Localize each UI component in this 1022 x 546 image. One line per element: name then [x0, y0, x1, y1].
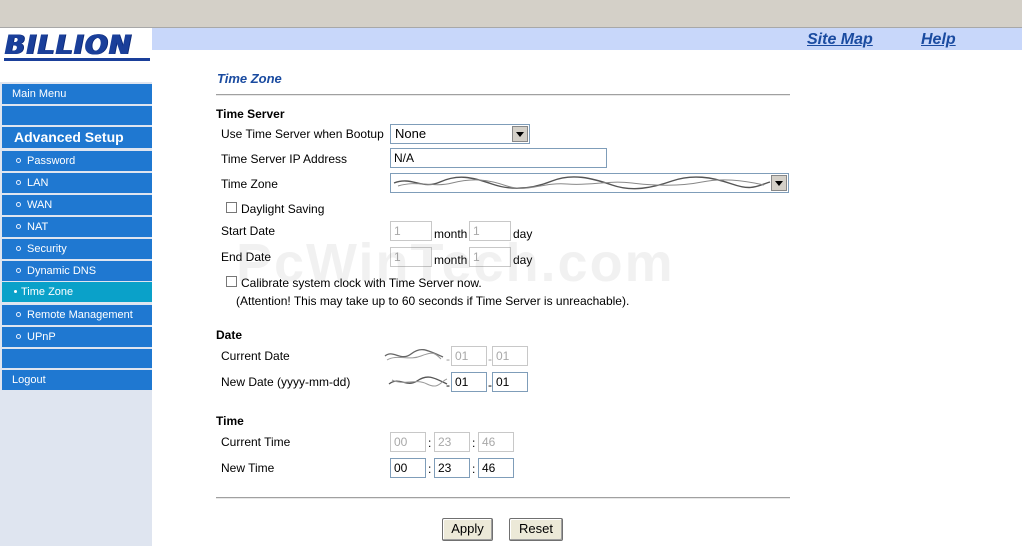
calibrate-checkbox[interactable] [226, 276, 237, 287]
start-month-input[interactable] [390, 221, 432, 241]
new-minute-input[interactable] [434, 458, 470, 478]
current-date-day-input[interactable] [492, 346, 528, 366]
logo-area: BILLION [0, 28, 152, 82]
dropdown-arrow-icon [771, 175, 787, 191]
month-label: month [434, 253, 468, 267]
redacted-year-icon [384, 348, 444, 361]
day-label: day [513, 253, 533, 267]
time-zone-label: Time Zone [221, 177, 278, 191]
bullet-icon [16, 180, 21, 185]
site-map-link[interactable]: Site Map [807, 31, 873, 49]
redacted-year-icon[interactable] [387, 372, 449, 392]
new-date-month-input[interactable] [451, 372, 487, 392]
calibrate-label: Calibrate system clock with Time Server … [241, 276, 482, 290]
sidebar-main-menu[interactable]: Main Menu [2, 84, 152, 105]
month-label: month [434, 227, 468, 241]
use-time-server-label: Use Time Server when Bootup [221, 127, 384, 141]
new-date-day-input[interactable] [492, 372, 528, 392]
sidebar-item-nat[interactable]: NAT [2, 217, 152, 238]
apply-button[interactable]: Apply [442, 518, 493, 541]
sidebar-item-dynamic-dns[interactable]: Dynamic DNS [2, 261, 152, 282]
current-time-label: Current Time [221, 435, 291, 449]
current-date-month-input[interactable] [451, 346, 487, 366]
new-second-input[interactable] [478, 458, 514, 478]
help-link[interactable]: Help [921, 31, 956, 49]
sidebar-item-remote-management[interactable]: Remote Management [2, 305, 152, 326]
sidebar-item-security[interactable]: Security [2, 239, 152, 260]
divider [216, 94, 790, 96]
use-time-server-value: None [395, 126, 427, 141]
divider [216, 497, 790, 499]
daylight-saving-label: Daylight Saving [241, 202, 325, 216]
time-server-ip-input[interactable] [390, 148, 607, 168]
reset-button[interactable]: Reset [509, 518, 563, 541]
sidebar-spacer [2, 106, 152, 126]
new-time-label: New Time [221, 461, 275, 475]
current-date-label: Current Date [221, 349, 290, 363]
section-date: Date [216, 328, 243, 342]
section-time: Time [216, 414, 244, 428]
bullet-icon [16, 268, 21, 273]
billion-logo: BILLION [4, 31, 150, 61]
bullet-icon [16, 246, 21, 251]
start-day-input[interactable] [469, 221, 511, 241]
sidebar-logout[interactable]: Logout [2, 370, 152, 391]
sidebar-item-time-zone[interactable]: Time Zone [2, 282, 152, 303]
bullet-icon [16, 158, 21, 163]
bullet-icon [16, 334, 21, 339]
time-server-ip-label: Time Server IP Address [221, 152, 348, 166]
day-label: day [513, 227, 533, 241]
end-date-label: End Date [221, 250, 272, 264]
current-second-input[interactable] [478, 432, 514, 452]
bullet-icon [16, 312, 21, 317]
sidebar-item-password[interactable]: Password [2, 151, 152, 172]
browser-top-strip [0, 0, 1022, 28]
redacted-scribble-icon [393, 176, 771, 190]
time-zone-select[interactable] [390, 173, 789, 193]
new-date-label: New Date (yyyy-mm-dd) [221, 375, 351, 389]
sidebar-item-upnp[interactable]: UPnP [2, 327, 152, 348]
sidebar-item-wan[interactable]: WAN [2, 195, 152, 216]
section-time-server: Time Server [216, 107, 285, 121]
daylight-saving-checkbox[interactable] [226, 202, 237, 213]
current-minute-input[interactable] [434, 432, 470, 452]
bullet-icon [16, 224, 21, 229]
end-month-input[interactable] [390, 247, 432, 267]
bullet-icon [16, 202, 21, 207]
page-title: Time Zone [217, 71, 282, 86]
sidebar-item-lan[interactable]: LAN [2, 173, 152, 194]
header-bar: Site Map Help [152, 28, 1022, 50]
current-hour-input[interactable] [390, 432, 426, 452]
attention-note: (Attention! This may take up to 60 secon… [236, 294, 630, 308]
new-hour-input[interactable] [390, 458, 426, 478]
dropdown-arrow-icon [512, 126, 528, 142]
use-time-server-select[interactable]: None [390, 124, 530, 144]
bullet-icon [14, 290, 17, 293]
sidebar-spacer [2, 349, 152, 369]
sidebar-advanced-setup[interactable]: Advanced Setup [2, 127, 152, 149]
end-day-input[interactable] [469, 247, 511, 267]
start-date-label: Start Date [221, 224, 276, 238]
